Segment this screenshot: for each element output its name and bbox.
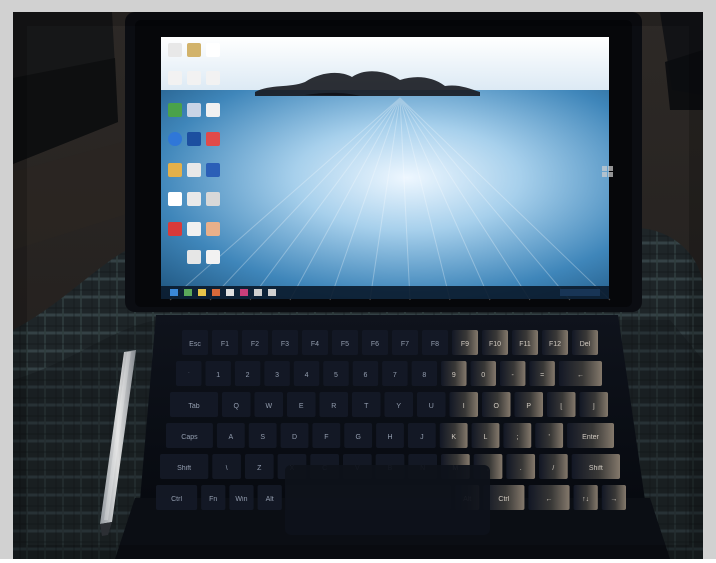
key-label: Fn — [209, 496, 217, 503]
key-label: H — [387, 434, 392, 441]
key-label: 9 — [452, 372, 456, 379]
key-label: F5 — [341, 341, 349, 348]
key-label: Shift — [177, 465, 191, 472]
key-label: S — [260, 434, 265, 441]
key-label: W — [265, 403, 272, 410]
key-label: Del — [580, 341, 591, 348]
key-label: F2 — [251, 341, 259, 348]
key-label: ← — [546, 496, 553, 503]
key-label: E — [299, 403, 304, 410]
key-label: F4 — [311, 341, 319, 348]
key-label: \ — [226, 465, 228, 472]
key-label: ↑↓ — [582, 496, 589, 503]
photo-svg: Esc F1 F2 F3 F4 F5 F6 F7 F8 F9 F10 F11 F12 Del` 1 2 3 4 5 6… — [0, 0, 716, 563]
key-label: F11 — [519, 341, 531, 348]
key-label: 5 — [334, 372, 338, 379]
key-label: F — [324, 434, 328, 441]
key-label: ] — [593, 403, 595, 410]
key-label: R — [331, 403, 336, 410]
key-label: O — [494, 403, 500, 410]
screen — [161, 37, 611, 301]
key-label: F6 — [371, 341, 379, 348]
key-label: ← — [577, 372, 584, 379]
key-label: I — [463, 403, 465, 410]
key-label: Y — [396, 403, 401, 410]
key-label: Esc — [189, 341, 201, 348]
key-label: F12 — [549, 341, 561, 348]
key-label: D — [292, 434, 297, 441]
key-label: F10 — [489, 341, 501, 348]
key-label: 0 — [481, 372, 485, 379]
key-label: P — [526, 403, 531, 410]
key-label: U — [429, 403, 434, 410]
key-label: / — [552, 465, 554, 472]
key-label: Q — [234, 403, 240, 410]
photo: Esc F1 F2 F3 F4 F5 F6 F7 F8 F9 F10 F11 F12 Del ` 1 2 3 4 5 6… — [0, 0, 716, 563]
key-label: Caps — [181, 434, 198, 441]
key-label: T — [364, 403, 369, 410]
key-label: Enter — [582, 434, 599, 441]
key-label: → — [610, 496, 617, 503]
key-label: Win — [235, 496, 247, 503]
key-label: F7 — [401, 341, 409, 348]
key-label: 2 — [246, 372, 250, 379]
key-label: 8 — [422, 372, 426, 379]
key-label: = — [540, 372, 544, 379]
key-label: Ctrl — [171, 496, 182, 503]
key-label: Z — [257, 465, 262, 472]
key-label: Tab — [188, 403, 199, 410]
key-label: A — [229, 434, 234, 441]
key-label: 7 — [393, 372, 397, 379]
key-label: 6 — [363, 372, 367, 379]
key-label: 4 — [305, 372, 309, 379]
key-label: F1 — [221, 341, 229, 348]
key-label: F9 — [461, 341, 469, 348]
key-label: K — [451, 434, 456, 441]
key-label: 3 — [275, 372, 279, 379]
key-label: F3 — [281, 341, 289, 348]
key-label: ' — [548, 434, 549, 441]
key-label: Shift — [589, 465, 603, 472]
key-label: J — [420, 434, 424, 441]
key-label: 1 — [216, 372, 220, 379]
key-label: Alt — [266, 496, 274, 503]
key-label: ; — [516, 434, 518, 441]
key-label: [ — [560, 403, 562, 410]
key-label: ` — [188, 372, 190, 379]
key-label: Ctrl — [498, 496, 509, 503]
touchpad[interactable] — [285, 465, 490, 535]
key-label: F8 — [431, 341, 439, 348]
key-label: G — [355, 434, 360, 441]
key-label: . — [520, 465, 522, 472]
key-label: L — [484, 434, 488, 441]
